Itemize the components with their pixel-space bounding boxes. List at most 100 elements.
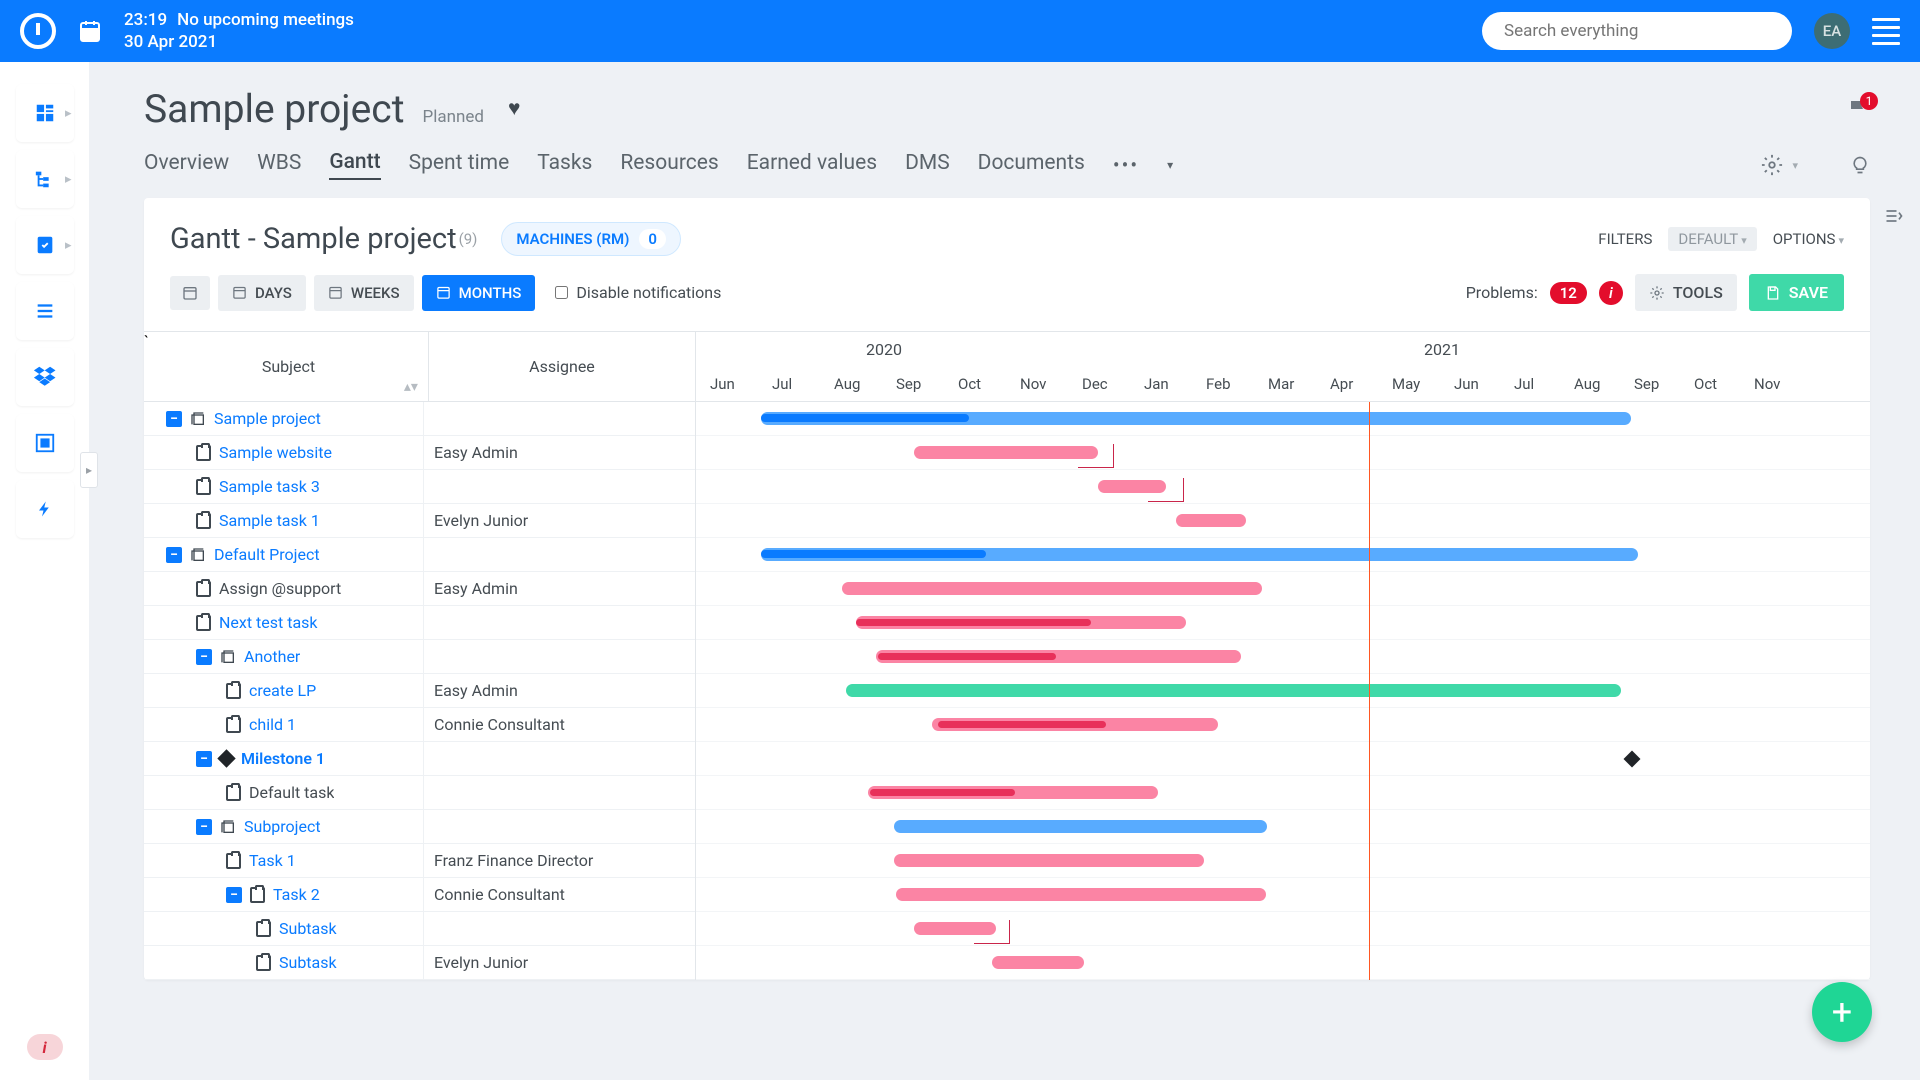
gantt-bar[interactable] (992, 956, 1084, 969)
gantt-bar[interactable] (856, 619, 1091, 626)
collapse-icon[interactable] (196, 649, 212, 665)
gantt-row[interactable] (696, 436, 1870, 470)
row-label[interactable]: Task 2 (273, 885, 320, 904)
table-row[interactable]: Default Project (144, 538, 695, 572)
gantt-row[interactable] (696, 470, 1870, 504)
collapse-icon[interactable] (166, 547, 182, 563)
gantt-bar[interactable] (894, 820, 1267, 833)
rail-info-icon[interactable]: i (27, 1034, 63, 1060)
zoom-weeks-button[interactable]: WEEKS (314, 275, 414, 311)
table-row[interactable]: Another (144, 640, 695, 674)
gantt-row[interactable] (696, 810, 1870, 844)
tab-more-icon[interactable]: ••• (1113, 153, 1139, 177)
zoom-calendar-button[interactable] (170, 276, 210, 310)
collapse-icon[interactable] (226, 887, 242, 903)
disable-notifications-checkbox[interactable]: Disable notifications (555, 283, 721, 302)
gantt-row[interactable] (696, 742, 1870, 776)
row-label[interactable]: Sample project (214, 409, 321, 428)
row-label[interactable]: Another (244, 647, 300, 666)
gantt-row[interactable] (696, 708, 1870, 742)
settings-button[interactable]: ▾ (1761, 154, 1798, 176)
flag-button[interactable]: 1 (1846, 98, 1870, 122)
table-row[interactable]: Default task (144, 776, 695, 810)
gantt-right-pane[interactable]: 20202021 JunJulAugSepOctNovDecJanFebMarA… (696, 332, 1870, 980)
tab-more-caret-icon[interactable]: ▾ (1167, 158, 1173, 172)
panel-expand-icon[interactable] (1884, 206, 1904, 226)
gantt-row[interactable] (696, 640, 1870, 674)
tab-spent-time[interactable]: Spent time (409, 151, 510, 179)
rail-tasks[interactable]: ▸ (16, 216, 74, 274)
bulb-icon[interactable] (1850, 153, 1870, 177)
table-row[interactable]: Sample task 1Evelyn Junior (144, 504, 695, 538)
avatar[interactable]: EA (1814, 13, 1850, 49)
logo-icon[interactable] (20, 13, 56, 49)
table-row[interactable]: Next test task (144, 606, 695, 640)
collapse-icon[interactable] (196, 751, 212, 767)
row-label[interactable]: child 1 (249, 715, 296, 734)
rail-group[interactable] (16, 414, 74, 472)
hamburger-icon[interactable] (1872, 18, 1900, 45)
fab-add-button[interactable]: + (1812, 982, 1872, 1042)
table-row[interactable]: Task 1Franz Finance Director (144, 844, 695, 878)
zoom-months-button[interactable]: MONTHS (422, 275, 536, 311)
gantt-bar[interactable] (1176, 514, 1246, 527)
row-label[interactable]: Subproject (244, 817, 321, 836)
tab-overview[interactable]: Overview (144, 151, 229, 179)
gantt-row[interactable] (696, 674, 1870, 708)
gantt-bar[interactable] (842, 582, 1262, 595)
table-row[interactable]: Sample task 3 (144, 470, 695, 504)
rail-list[interactable] (16, 282, 74, 340)
row-label[interactable]: Sample task 3 (219, 477, 320, 496)
gantt-row[interactable] (696, 776, 1870, 810)
gantt-row[interactable] (696, 912, 1870, 946)
save-button[interactable]: SAVE (1749, 274, 1844, 311)
rail-bolt[interactable] (16, 480, 74, 538)
tab-dms[interactable]: DMS (905, 151, 950, 179)
collapse-icon[interactable] (196, 819, 212, 835)
rail-dashboard[interactable]: ▸ (16, 84, 74, 142)
tab-gantt[interactable]: Gantt (329, 150, 380, 180)
gantt-bar[interactable] (938, 721, 1106, 728)
tab-tasks[interactable]: Tasks (537, 151, 592, 179)
gantt-row[interactable] (696, 844, 1870, 878)
options-label[interactable]: OPTIONS▾ (1773, 230, 1844, 248)
table-row[interactable]: Subtask (144, 912, 695, 946)
gantt-row[interactable] (696, 878, 1870, 912)
gantt-bar[interactable] (896, 888, 1266, 901)
table-row[interactable]: Assign @supportEasy Admin (144, 572, 695, 606)
milestone-marker[interactable] (1624, 751, 1641, 768)
gantt-bar[interactable] (761, 550, 986, 558)
gantt-bar[interactable] (870, 789, 1015, 796)
table-row[interactable]: SubtaskEvelyn Junior (144, 946, 695, 980)
info-badge-icon[interactable]: i (1599, 281, 1623, 305)
calendar-icon[interactable] (78, 19, 102, 43)
search-input[interactable] (1482, 12, 1792, 50)
gantt-bar[interactable] (846, 684, 1621, 697)
table-row[interactable]: Task 2Connie Consultant (144, 878, 695, 912)
gantt-row[interactable] (696, 946, 1870, 980)
table-row[interactable]: child 1Connie Consultant (144, 708, 695, 742)
table-row[interactable]: Milestone 1 (144, 742, 695, 776)
gantt-bar[interactable] (878, 653, 1056, 660)
filters-value[interactable]: DEFAULT▾ (1668, 227, 1756, 251)
row-label[interactable]: Sample website (219, 443, 332, 462)
tools-button[interactable]: TOOLS (1635, 274, 1737, 311)
table-row[interactable]: Sample project (144, 402, 695, 436)
rail-tree[interactable]: ▸ (16, 150, 74, 208)
column-subject[interactable]: Subject▴▾ (149, 332, 429, 401)
problems-count-badge[interactable]: 12 (1550, 282, 1587, 304)
rail-dropbox[interactable] (16, 348, 74, 406)
row-label[interactable]: create LP (249, 681, 316, 700)
zoom-days-button[interactable]: DAYS (218, 275, 306, 311)
collapse-icon[interactable] (166, 411, 182, 427)
tab-wbs[interactable]: WBS (257, 151, 301, 179)
table-row[interactable]: Subproject (144, 810, 695, 844)
gantt-row[interactable] (696, 606, 1870, 640)
row-label[interactable]: Subtask (279, 919, 337, 938)
table-row[interactable]: create LPEasy Admin (144, 674, 695, 708)
gantt-row[interactable] (696, 402, 1870, 436)
tab-resources[interactable]: Resources (620, 151, 718, 179)
row-label[interactable]: Milestone 1 (241, 749, 325, 768)
machines-chip[interactable]: MACHINES (RM) 0 (501, 222, 681, 256)
gantt-row[interactable] (696, 538, 1870, 572)
